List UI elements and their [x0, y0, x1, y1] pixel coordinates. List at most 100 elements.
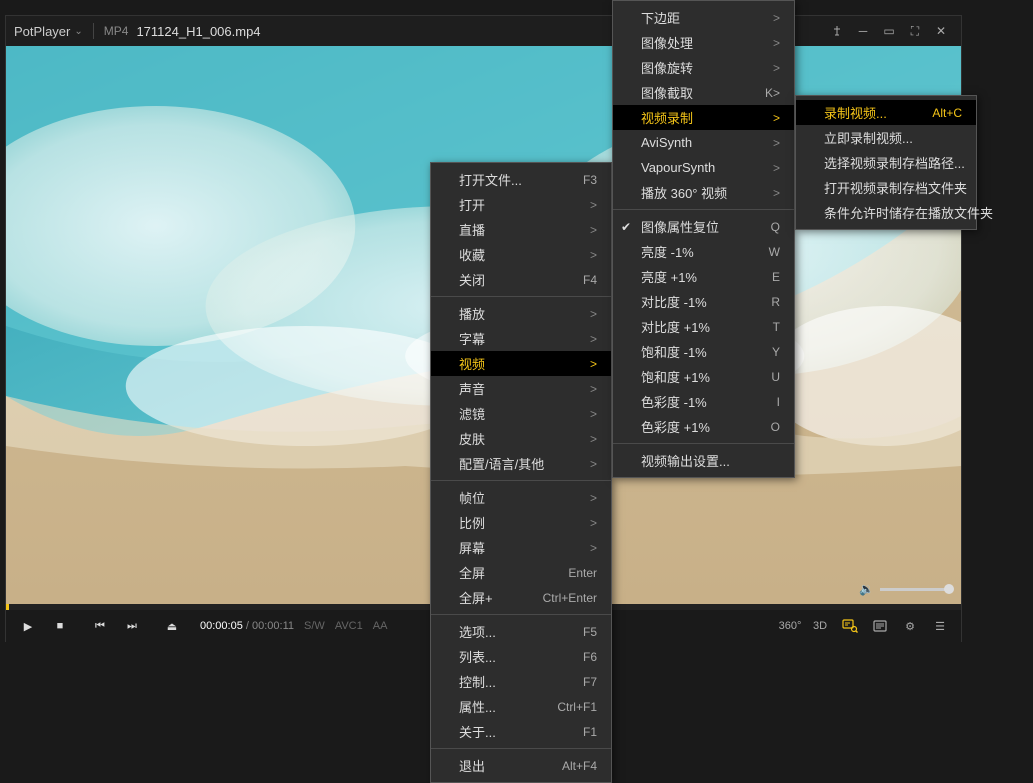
menu-item[interactable]: 亮度 +1%E — [613, 264, 794, 289]
menu-item-label: 录制视频... — [824, 103, 902, 122]
menu-item[interactable]: 属性...Ctrl+F1 — [431, 694, 611, 719]
menu-item[interactable]: 全屏Enter — [431, 560, 611, 585]
menu-separator — [431, 748, 611, 749]
menu-item-label: 直播 — [459, 220, 570, 239]
menu-item[interactable]: 对比度 -1%R — [613, 289, 794, 314]
next-button[interactable]: ⏭ — [116, 613, 148, 639]
menu-item[interactable]: 下边距> — [613, 5, 794, 30]
menu-item-shortcut: Ctrl+Enter — [543, 591, 597, 605]
menu-item-label: 列表... — [459, 647, 553, 666]
menu-item[interactable]: 饱和度 -1%Y — [613, 339, 794, 364]
menu-item[interactable]: 打开> — [431, 192, 611, 217]
play-button[interactable]: ▶ — [12, 613, 44, 639]
menu-item-shortcut: E — [772, 270, 780, 284]
context-menu-video[interactable]: 下边距>图像处理>图像旋转>图像截取K>视频录制>AviSynth>Vapour… — [612, 0, 795, 478]
menu-item[interactable]: 退出Alt+F4 — [431, 753, 611, 778]
menu-item[interactable]: 亮度 -1%W — [613, 239, 794, 264]
menu-item[interactable]: 条件允许时储存在播放文件夹 — [796, 200, 976, 225]
close-button[interactable]: ✕ — [929, 19, 953, 43]
menu-item[interactable]: 选择视频录制存档路径... — [796, 150, 976, 175]
menu-item[interactable]: 直播 > — [431, 217, 611, 242]
menu-separator — [431, 480, 611, 481]
menu-item[interactable]: 视频输出设置... — [613, 448, 794, 473]
render-mode[interactable]: S/W — [304, 620, 325, 632]
menu-item[interactable]: 字幕> — [431, 326, 611, 351]
pin-button[interactable] — [825, 19, 849, 43]
3d-button[interactable]: 3D — [805, 613, 835, 639]
menu-item[interactable]: 视频> — [431, 351, 611, 376]
menu-item[interactable]: 对比度 +1%T — [613, 314, 794, 339]
submenu-arrow-icon: > — [590, 541, 597, 555]
context-menu-main[interactable]: 打开文件...F3打开> 直播 > 收藏> 关闭 F4 播放>字幕>视频>声音>滤镜>皮肤>… — [430, 162, 612, 783]
menu-item-label: 配置/语言/其他 — [459, 454, 570, 473]
menu-item[interactable]: 色彩度 -1%I — [613, 389, 794, 414]
stop-button[interactable]: ■ — [44, 613, 76, 639]
menu-item-label: 关闭 — [459, 270, 553, 289]
menu-item-shortcut: F4 — [583, 273, 597, 287]
menu-item[interactable]: 打开文件...F3 — [431, 167, 611, 192]
menu-button[interactable]: ☰ — [925, 613, 955, 639]
menu-item[interactable]: 全屏+Ctrl+Enter — [431, 585, 611, 610]
subtitle-search-button[interactable] — [835, 613, 865, 639]
menu-item-label: 全屏 — [459, 563, 538, 582]
menu-item[interactable]: 播放> — [431, 301, 611, 326]
menu-item-label: 控制... — [459, 672, 553, 691]
submenu-arrow-icon: > — [590, 432, 597, 446]
chevron-down-icon: ⌄ — [74, 26, 82, 37]
menu-item[interactable]: 配置/语言/其他> — [431, 451, 611, 476]
menu-item-label: 下边距 — [641, 8, 753, 27]
minimize-button[interactable]: ─ — [851, 19, 875, 43]
submenu-arrow-icon: > — [773, 111, 780, 125]
playlist-button[interactable] — [865, 613, 895, 639]
menu-item-label: 色彩度 +1% — [641, 417, 741, 436]
menu-item[interactable]: 关于...F1 — [431, 719, 611, 744]
settings-button[interactable]: ⚙ — [895, 613, 925, 639]
menu-item[interactable]: 屏幕> — [431, 535, 611, 560]
menu-item[interactable]: 色彩度 +1%O — [613, 414, 794, 439]
volume-slider[interactable]: 🔉 — [859, 579, 949, 599]
menu-item[interactable]: 帧位> — [431, 485, 611, 510]
menu-item[interactable]: 立即录制视频... — [796, 125, 976, 150]
submenu-arrow-icon: > — [590, 223, 597, 237]
menu-item[interactable]: 图像处理> — [613, 30, 794, 55]
menu-item[interactable]: 声音> — [431, 376, 611, 401]
menu-item[interactable]: 皮肤> — [431, 426, 611, 451]
prev-button[interactable]: ⏮ — [84, 613, 116, 639]
eject-button[interactable]: ⏏ — [156, 613, 188, 639]
menu-item[interactable]: 滤镜> — [431, 401, 611, 426]
menu-item-label: 退出 — [459, 756, 532, 775]
menu-item-label: 视频输出设置... — [641, 451, 780, 470]
menu-item[interactable]: 关闭 F4 — [431, 267, 611, 292]
menu-item[interactable]: 控制...F7 — [431, 669, 611, 694]
360-button[interactable]: 360° — [775, 613, 805, 639]
time-duration: 00:00:11 — [252, 620, 294, 632]
menu-item-label: 图像处理 — [641, 33, 753, 52]
menu-item[interactable]: 列表...F6 — [431, 644, 611, 669]
menu-item-shortcut: Ctrl+F1 — [557, 700, 597, 714]
menu-item[interactable]: 收藏> — [431, 242, 611, 267]
menu-item-shortcut: Alt+C — [932, 106, 962, 120]
codec-audio[interactable]: AA — [373, 620, 388, 632]
menu-item-shortcut: R — [771, 295, 780, 309]
menu-item[interactable]: 饱和度 +1%U — [613, 364, 794, 389]
time-current: 00:00:05 — [200, 620, 243, 632]
menu-item[interactable]: 比例> — [431, 510, 611, 535]
menu-item[interactable]: 选项...F5 — [431, 619, 611, 644]
menu-item[interactable]: 图像截取K> — [613, 80, 794, 105]
restore-button[interactable]: ▭ — [877, 19, 901, 43]
menu-item-shortcut: K> — [765, 86, 780, 100]
context-menu-record[interactable]: 录制视频... Alt+C 立即录制视频...选择视频录制存档路径...打开视频录制… — [795, 95, 977, 230]
menu-item[interactable]: 视频录制> — [613, 105, 794, 130]
app-menu-button[interactable]: PotPlayer ⌄ — [14, 24, 83, 39]
menu-item[interactable]: 播放 360° 视频> — [613, 180, 794, 205]
menu-item[interactable]: AviSynth> — [613, 130, 794, 155]
menu-item[interactable]: 录制视频... Alt+C — [796, 100, 976, 125]
menu-item[interactable]: VapourSynth> — [613, 155, 794, 180]
submenu-arrow-icon: > — [590, 516, 597, 530]
menu-item[interactable]: 图像旋转> — [613, 55, 794, 80]
maximize-button[interactable]: ⛶ — [903, 19, 927, 43]
menu-item[interactable]: 打开视频录制存档文件夹 — [796, 175, 976, 200]
codec-video[interactable]: AVC1 — [335, 620, 363, 632]
menu-item[interactable]: ✔图像属性复位Q — [613, 214, 794, 239]
menu-item-label: 对比度 +1% — [641, 317, 743, 336]
